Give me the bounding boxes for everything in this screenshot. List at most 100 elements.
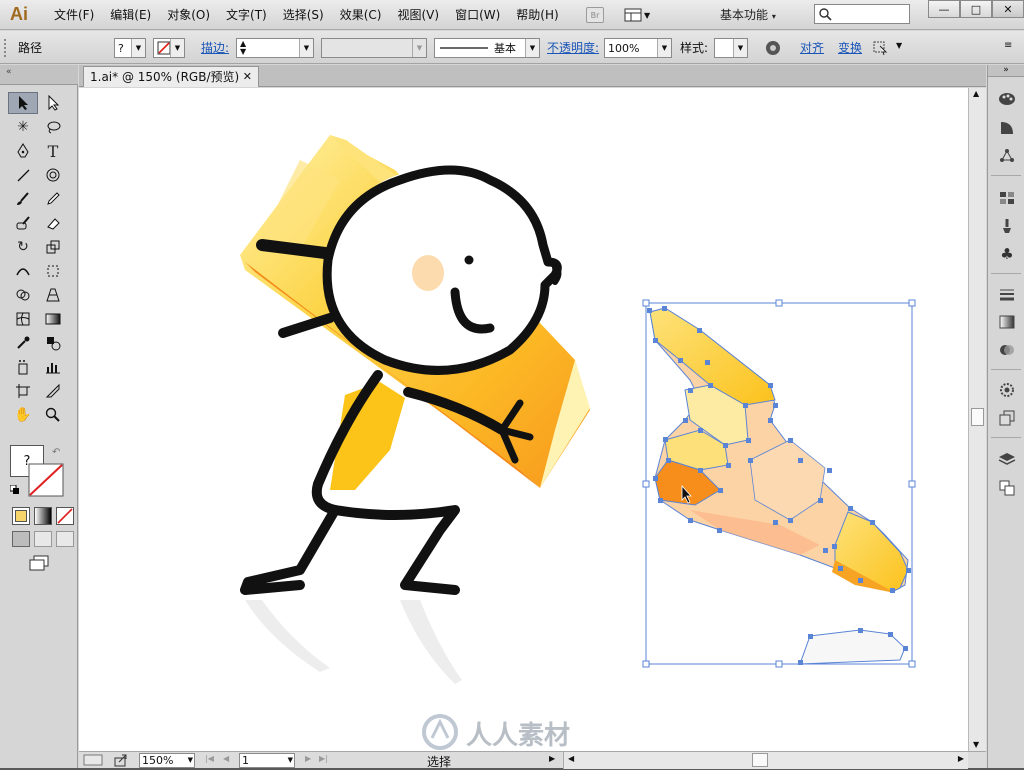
shape-builder-tool-icon[interactable] — [8, 284, 38, 306]
workspace-switcher[interactable]: 基本功能 ▾ — [720, 6, 776, 23]
opacity-input[interactable]: 100% ▼ — [604, 38, 672, 58]
symbols-icon[interactable]: ♣ — [996, 243, 1018, 265]
menu-file[interactable]: 文件(F) — [46, 0, 102, 30]
arrange-documents-button[interactable]: ▼ — [624, 6, 654, 24]
transparency-icon[interactable] — [996, 339, 1018, 361]
artboard-tool-icon[interactable] — [8, 380, 38, 402]
search-input[interactable] — [814, 4, 910, 24]
blob-brush-tool-icon[interactable] — [8, 212, 38, 234]
stroke-weight-input[interactable]: ▲ ▼ ▼ — [236, 38, 314, 58]
hand-tool-icon[interactable]: ✋ — [8, 404, 38, 426]
stroke-color-box[interactable] — [28, 463, 64, 497]
zoom-tool-icon[interactable] — [38, 404, 68, 426]
bridge-button[interactable]: Br — [586, 7, 604, 23]
last-artboard-icon[interactable]: ▶| — [319, 754, 328, 763]
width-tool-icon[interactable] — [8, 260, 38, 282]
document-tab[interactable]: 1.ai* @ 150% (RGB/预览) ✕ — [83, 66, 259, 87]
horizontal-scrollbar[interactable]: ◀ ▶ — [563, 752, 968, 769]
default-colors-icon[interactable] — [10, 485, 20, 495]
vertical-scroll-thumb[interactable] — [971, 408, 984, 426]
panel-menu-icon[interactable]: ≡ — [1004, 40, 1012, 51]
brush-definition[interactable]: 基本 ▼ — [434, 38, 540, 58]
brushes-icon[interactable] — [996, 215, 1018, 237]
none-button[interactable] — [56, 507, 74, 525]
next-artboard-icon[interactable]: ▶ — [305, 754, 311, 763]
chevron-down-icon[interactable]: ▼ — [896, 41, 902, 50]
graphic-style-swatch[interactable]: ▼ — [714, 38, 748, 58]
color-guide-icon[interactable] — [996, 117, 1018, 139]
slice-tool-icon[interactable] — [38, 380, 68, 402]
export-icon[interactable] — [113, 753, 129, 767]
draw-normal-icon[interactable] — [12, 531, 30, 547]
recolor-artwork-icon[interactable] — [765, 40, 781, 56]
close-window-button[interactable]: ✕ — [992, 0, 1024, 18]
lasso-tool-icon[interactable] — [38, 116, 68, 138]
artboards-icon[interactable] — [996, 477, 1018, 499]
artboard-canvas[interactable]: 人人素材 — [79, 88, 968, 751]
appearance-icon[interactable] — [996, 379, 1018, 401]
menu-edit[interactable]: 编辑(E) — [102, 0, 159, 30]
ellipse-tool-icon[interactable] — [38, 164, 68, 186]
close-icon[interactable]: ✕ — [243, 67, 252, 87]
dock-collapse-icon[interactable]: » — [988, 65, 1024, 77]
maximize-button[interactable]: □ — [960, 0, 992, 18]
menu-window[interactable]: 窗口(W) — [447, 0, 508, 30]
isolate-selected-icon[interactable] — [872, 40, 896, 56]
gradient-panel-icon[interactable] — [996, 311, 1018, 333]
line-tool-icon[interactable] — [8, 164, 38, 186]
align-link[interactable]: 对齐 — [800, 39, 824, 56]
blend-tool-icon[interactable] — [38, 332, 68, 354]
first-artboard-icon[interactable]: |◀ — [205, 754, 214, 763]
tools-panel-header[interactable]: « — [0, 65, 78, 85]
type-tool-icon[interactable]: T — [38, 140, 68, 162]
column-graph-tool-icon[interactable] — [38, 356, 68, 378]
eyedropper-tool-icon[interactable] — [8, 332, 38, 354]
symbol-sprayer-tool-icon[interactable] — [8, 356, 38, 378]
stepper-icon[interactable]: ▲ ▼ — [240, 40, 246, 56]
variable-width-profile[interactable]: ▼ — [321, 38, 427, 58]
draw-inside-icon[interactable] — [56, 531, 74, 547]
swatches-icon[interactable] — [996, 187, 1018, 209]
draw-behind-icon[interactable] — [34, 531, 52, 547]
scroll-down-icon[interactable]: ▼ — [973, 740, 979, 749]
direct-selection-tool-icon[interactable] — [38, 92, 68, 114]
vertical-scrollbar[interactable]: ▲ ▼ — [968, 88, 986, 751]
kuler-icon[interactable] — [996, 145, 1018, 167]
scale-tool-icon[interactable] — [38, 236, 68, 258]
artboard-navigator-icon[interactable] — [83, 753, 103, 767]
menu-effect[interactable]: 效果(C) — [332, 0, 390, 30]
gradient-button[interactable] — [34, 507, 52, 525]
menu-object[interactable]: 对象(O) — [159, 0, 218, 30]
free-transform-tool-icon[interactable] — [38, 260, 68, 282]
stroke-swatch[interactable]: ▼ — [153, 38, 185, 58]
menu-type[interactable]: 文字(T) — [218, 0, 275, 30]
eraser-tool-icon[interactable] — [38, 212, 68, 234]
scroll-up-icon[interactable]: ▲ — [973, 89, 979, 98]
pen-tool-icon[interactable] — [8, 140, 38, 162]
swap-fill-stroke-icon[interactable]: ↶ — [52, 447, 60, 458]
layers-icon[interactable] — [996, 449, 1018, 471]
stroke-link[interactable]: 描边: — [201, 39, 229, 56]
color-button[interactable] — [12, 507, 30, 525]
scroll-right-icon[interactable]: ▶ — [958, 754, 964, 763]
rotate-tool-icon[interactable]: ↻ — [8, 236, 38, 258]
horizontal-scroll-thumb[interactable] — [752, 753, 768, 767]
artboard-number-input[interactable]: 1 ▼ — [239, 753, 295, 768]
fill-swatch[interactable]: ? ▼ — [114, 38, 146, 58]
stroke-panel-icon[interactable] — [996, 283, 1018, 305]
magic-wand-tool-icon[interactable]: ✳ — [8, 116, 38, 138]
minimize-button[interactable]: — — [928, 0, 960, 18]
color-panel-icon[interactable] — [996, 87, 1018, 109]
pencil-tool-icon[interactable] — [38, 188, 68, 210]
hand-illustration[interactable] — [647, 306, 911, 665]
menu-view[interactable]: 视图(V) — [389, 0, 447, 30]
paintbrush-tool-icon[interactable] — [8, 188, 38, 210]
control-bar-grip[interactable] — [4, 39, 7, 57]
menu-select[interactable]: 选择(S) — [275, 0, 332, 30]
graphic-styles-icon[interactable] — [996, 407, 1018, 429]
previous-artboard-icon[interactable]: ◀ — [223, 754, 229, 763]
zoom-level-input[interactable]: 150% ▼ — [139, 753, 195, 768]
gradient-tool-icon[interactable] — [38, 308, 68, 330]
transform-link[interactable]: 变换 — [838, 39, 862, 56]
opacity-link[interactable]: 不透明度: — [547, 39, 599, 56]
